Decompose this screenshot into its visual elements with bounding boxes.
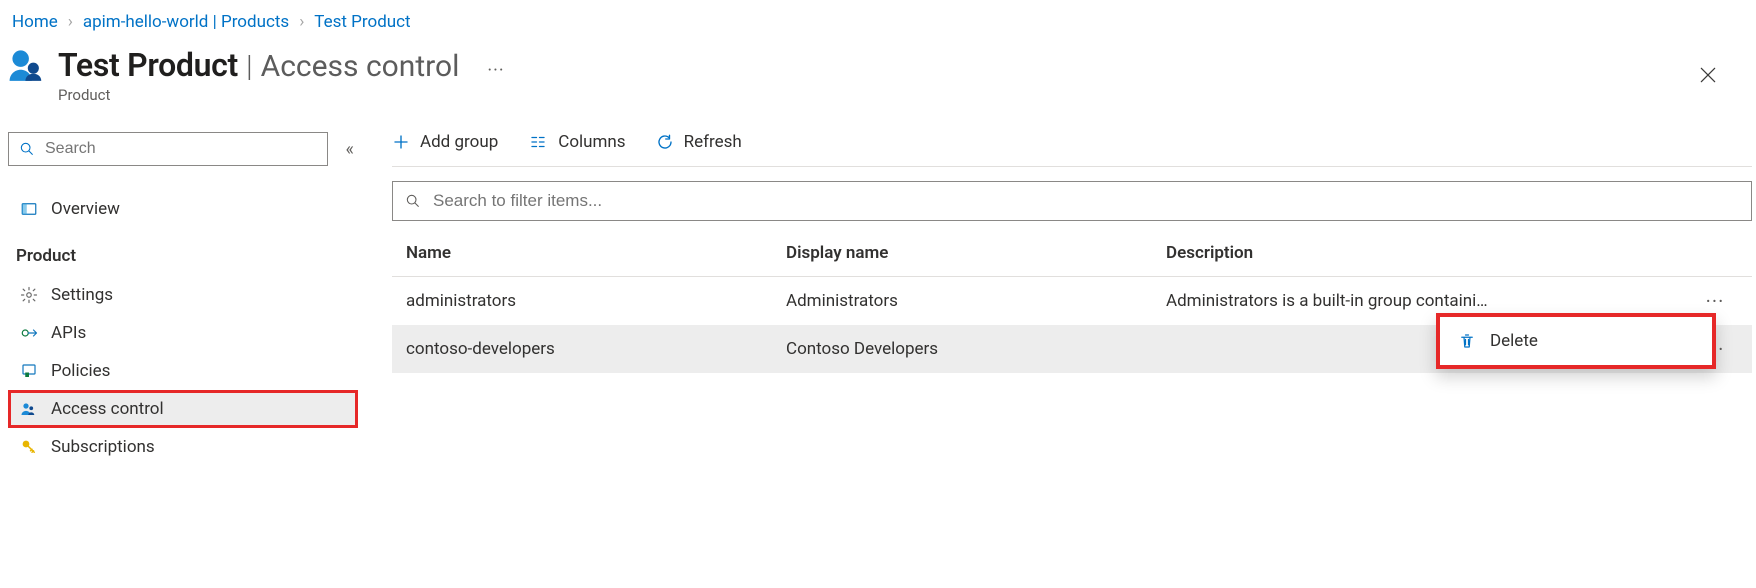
sidebar-item-overview[interactable]: Overview: [8, 190, 358, 228]
column-name[interactable]: Name: [406, 243, 786, 263]
groups-table: Name Display name Description administra…: [392, 229, 1752, 373]
overview-icon: [19, 200, 39, 218]
row-more-button[interactable]: ···: [1692, 289, 1738, 313]
search-icon: [405, 193, 421, 209]
chevron-right-icon: ›: [68, 12, 73, 32]
sidebar-item-label: Access control: [51, 399, 164, 419]
toolbar-label: Columns: [558, 132, 625, 152]
sidebar-item-label: APIs: [51, 323, 86, 343]
context-item-label: Delete: [1490, 331, 1538, 351]
filter-search[interactable]: [392, 181, 1752, 221]
chevron-right-icon: ›: [299, 12, 304, 32]
policies-icon: [19, 362, 39, 380]
refresh-icon: [656, 133, 674, 151]
breadcrumb: Home › apim-hello-world | Products › Tes…: [8, 10, 1756, 46]
sidebar-item-label: Subscriptions: [51, 437, 155, 457]
column-description[interactable]: Description: [1166, 243, 1692, 263]
breadcrumb-current[interactable]: Test Product: [314, 12, 410, 32]
toolbar-label: Refresh: [684, 132, 742, 152]
plus-icon: [392, 133, 410, 151]
column-display-name[interactable]: Display name: [786, 243, 1166, 263]
add-group-button[interactable]: Add group: [392, 132, 498, 152]
sidebar-section-product: Product: [8, 228, 358, 276]
breadcrumb-products[interactable]: apim-hello-world | Products: [83, 12, 289, 32]
table-header: Name Display name Description: [392, 229, 1752, 277]
sidebar-item-subscriptions[interactable]: Subscriptions: [8, 428, 358, 466]
cell-display-name: Contoso Developers: [786, 339, 1166, 359]
product-group-icon: [8, 46, 46, 84]
close-button[interactable]: [1688, 59, 1728, 91]
sidebar-item-access-control[interactable]: Access control: [8, 390, 358, 428]
columns-button[interactable]: Columns: [528, 132, 625, 152]
sidebar-item-settings[interactable]: Settings: [8, 276, 358, 314]
sidebar-search-input[interactable]: [43, 139, 317, 159]
apis-icon: [19, 324, 39, 342]
trash-icon: [1458, 332, 1476, 350]
filter-input[interactable]: [431, 190, 1739, 212]
collapse-sidebar-button[interactable]: «: [342, 135, 358, 164]
access-control-icon: [19, 400, 39, 418]
key-icon: [19, 438, 39, 456]
cell-name: contoso-developers: [406, 339, 786, 359]
toolbar-label: Add group: [420, 132, 498, 152]
search-icon: [19, 141, 35, 157]
title-separator: |: [246, 49, 253, 84]
sidebar-item-policies[interactable]: Policies: [8, 352, 358, 390]
title-more-button[interactable]: ···: [487, 60, 504, 81]
cell-display-name: Administrators: [786, 291, 1166, 311]
main-content: Add group Columns Refresh: [368, 132, 1756, 466]
page-title: Test Product: [58, 46, 238, 84]
page-title-section: Access control: [261, 49, 460, 84]
cell-description: Administrators is a built-in group conta…: [1166, 291, 1692, 311]
context-delete-button[interactable]: Delete: [1440, 323, 1712, 359]
sidebar-item-label: Policies: [51, 361, 110, 381]
refresh-button[interactable]: Refresh: [656, 132, 742, 152]
columns-icon: [528, 133, 548, 151]
sidebar: « Overview Product Settings APIs: [8, 132, 368, 466]
sidebar-item-label: Overview: [51, 199, 120, 219]
sidebar-item-label: Settings: [51, 285, 113, 305]
sidebar-search[interactable]: [8, 132, 328, 166]
cell-name: administrators: [406, 291, 786, 311]
page-subtitle: Product: [58, 86, 505, 104]
sidebar-item-apis[interactable]: APIs: [8, 314, 358, 352]
context-menu: Delete: [1436, 313, 1716, 369]
breadcrumb-home[interactable]: Home: [12, 12, 58, 32]
toolbar: Add group Columns Refresh: [392, 132, 1752, 167]
gear-icon: [19, 286, 39, 304]
